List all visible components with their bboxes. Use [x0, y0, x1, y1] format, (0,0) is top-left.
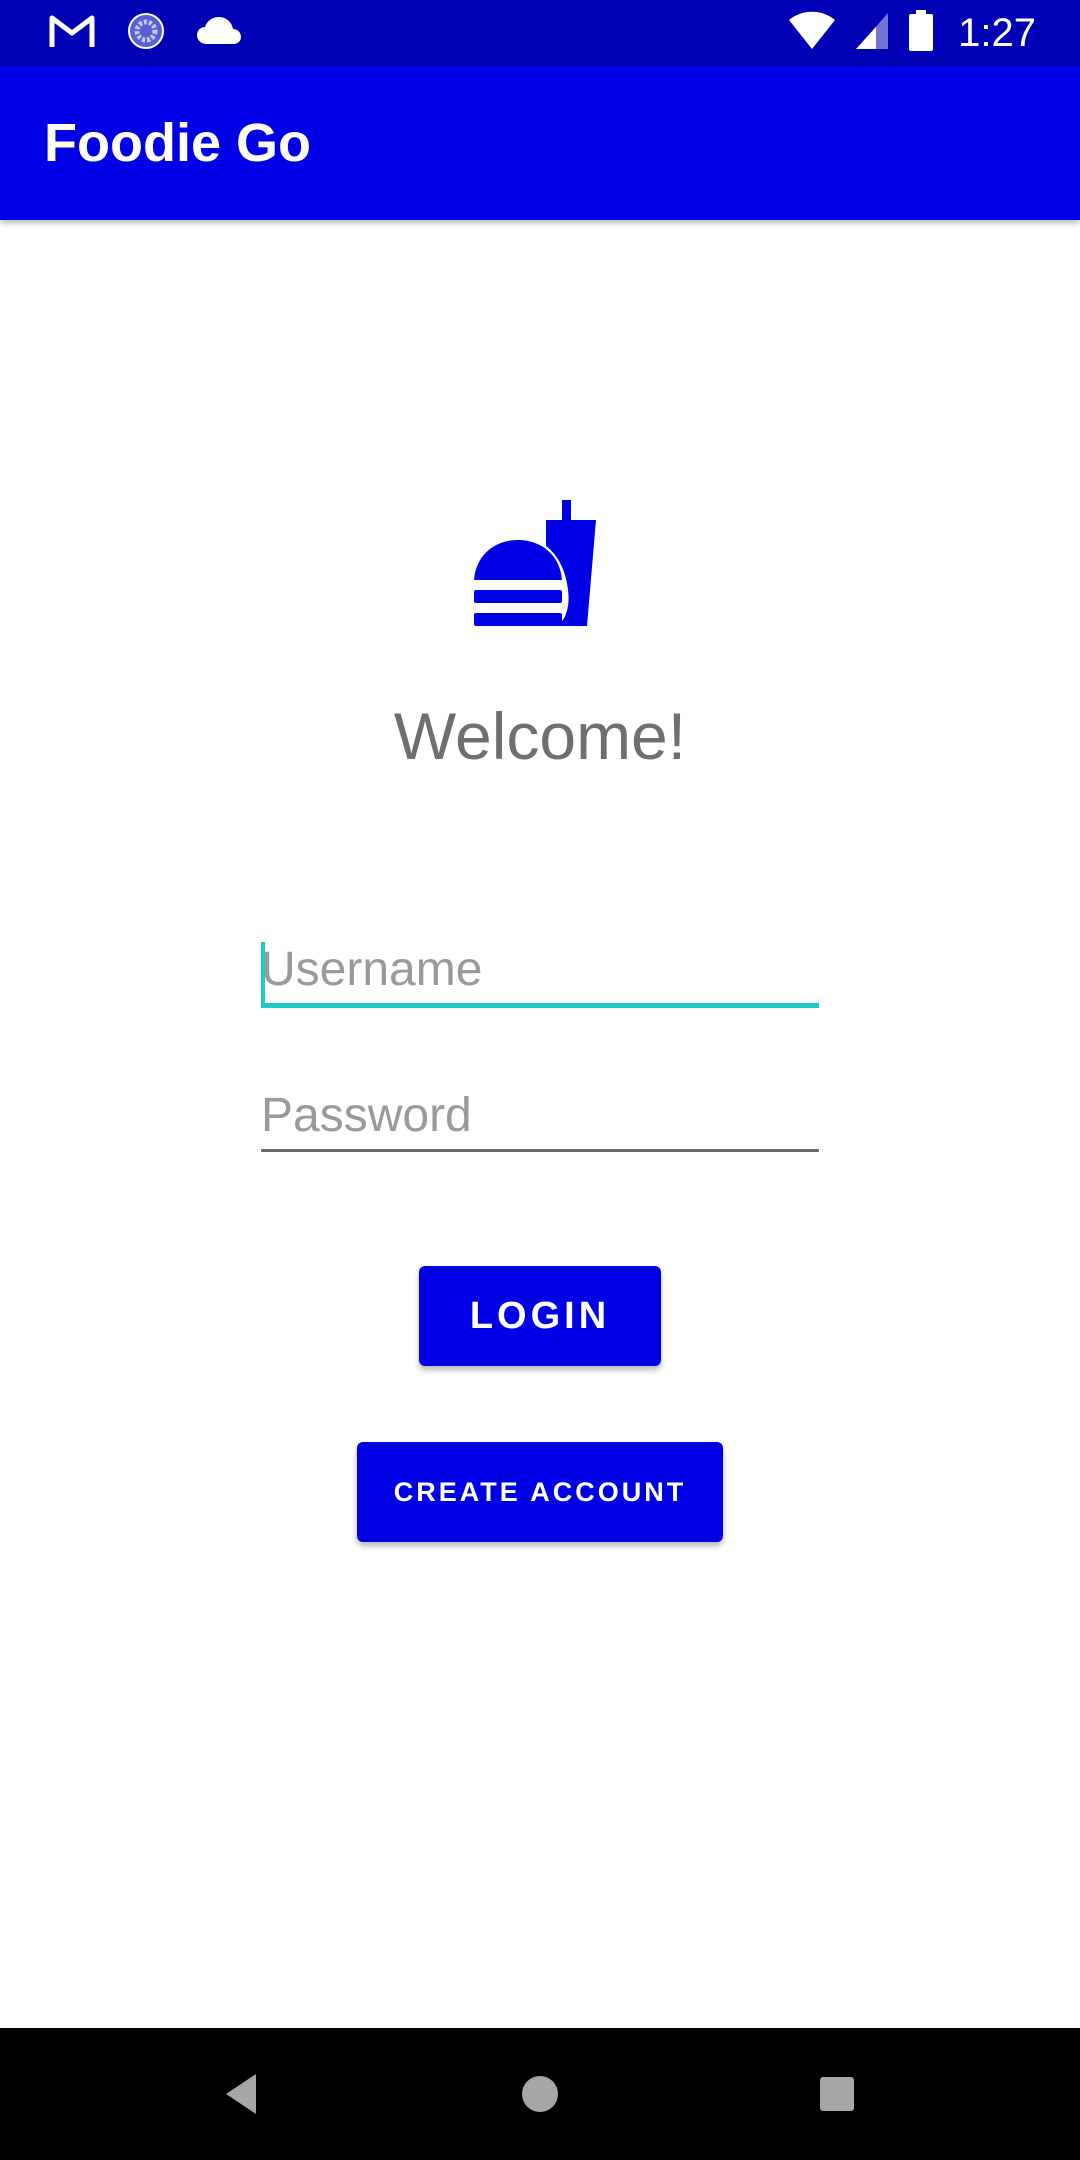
wifi-icon	[788, 11, 836, 56]
fastfood-icon	[474, 498, 606, 630]
username-input[interactable]	[261, 942, 819, 1003]
sync-progress-icon	[126, 11, 166, 56]
status-bar: 1:27	[0, 0, 1080, 66]
login-button[interactable]: LOGIN	[419, 1266, 661, 1366]
cellular-signal-icon	[854, 11, 890, 56]
text-cursor	[261, 942, 265, 1008]
password-input[interactable]	[261, 1088, 819, 1149]
battery-icon	[908, 9, 934, 57]
app-title: Foodie Go	[44, 113, 311, 173]
gmail-icon	[48, 13, 96, 54]
username-underline	[261, 1003, 819, 1008]
status-time: 1:27	[958, 10, 1036, 55]
app-bar: Foodie Go	[0, 66, 1080, 220]
recents-icon[interactable]	[797, 2054, 877, 2134]
login-screen: 1:27 Foodie Go Welcome! LOGIN	[0, 0, 1080, 2160]
password-underline	[261, 1149, 819, 1152]
welcome-heading: Welcome!	[393, 699, 687, 773]
home-icon[interactable]	[500, 2054, 580, 2134]
username-field-container	[261, 942, 819, 1008]
password-field-container	[261, 1088, 819, 1152]
status-notifications	[48, 12, 242, 54]
back-icon[interactable]	[202, 2054, 282, 2134]
cloud-icon	[196, 16, 242, 51]
create-account-button[interactable]: CREATE ACCOUNT	[357, 1442, 723, 1542]
navigation-bar	[0, 2028, 1080, 2160]
status-system: 1:27	[788, 9, 1036, 57]
